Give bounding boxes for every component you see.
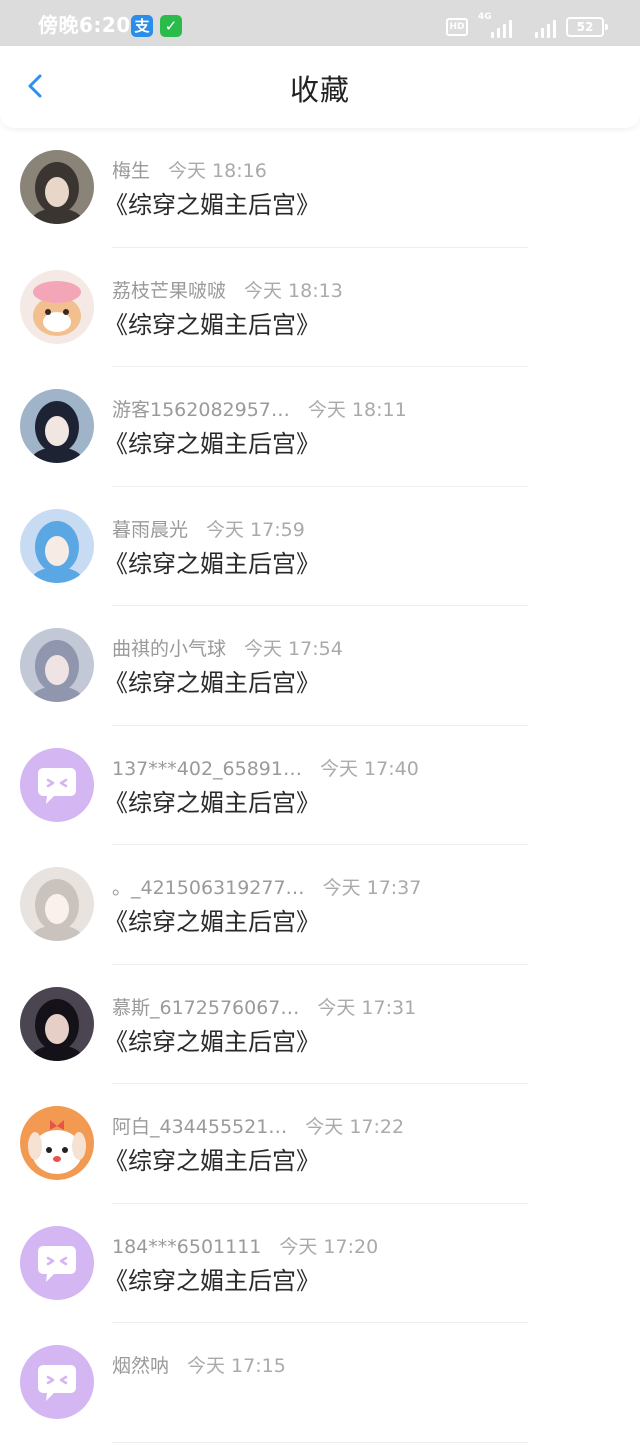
favorite-item[interactable]: 184***6501111 今天 17:20 《综穿之媚主后宫》 [0,1204,640,1323]
favorite-meta: 慕斯_6172576067… 今天 17:31 [112,995,416,1021]
user-name[interactable]: 梅生 [112,158,150,184]
avatar[interactable] [20,986,94,1061]
book-title[interactable]: 《综穿之媚主后宫》 [104,1146,320,1176]
book-title[interactable]: 《综穿之媚主后宫》 [104,1027,320,1057]
status-indicators: HD 4G 52 [446,12,608,40]
timestamp: 今天 17:15 [187,1355,286,1377]
user-name[interactable]: 。_421506319277… [112,875,305,901]
signal-bars-secondary [535,18,556,38]
user-name[interactable]: 游客1562082957… [112,397,290,423]
avatar[interactable] [20,389,94,463]
user-name[interactable]: 荔枝芒果啵啵 [112,278,226,304]
avatar[interactable] [20,1106,94,1180]
favorites-list: 梅生 今天 18:16 《综穿之媚主后宫》 荔枝芒果啵啵 今天 18:13 《综穿之媚主后… [0,128,640,1443]
user-name[interactable]: 184***6501111 [112,1234,261,1260]
user-name[interactable]: 慕斯_6172576067… [112,995,299,1021]
wechat-notification-icon: ✓ [160,15,182,37]
favorite-meta: 阿白_434455521… 今天 17:22 [112,1114,404,1140]
alipay-glyph: 支 [134,17,150,35]
signal-bars [491,18,512,38]
timestamp: 今天 18:13 [244,279,343,302]
signal-icon: 4G [478,12,512,38]
favorite-meta: 。_421506319277… 今天 17:37 [112,875,421,901]
status-time: 傍晚6:20 [38,13,131,37]
favorite-item[interactable]: 烟然呐 今天 17:15 [0,1323,640,1443]
favorite-meta: 暮雨晨光 今天 17:59 [112,517,305,543]
divider [112,1441,528,1443]
book-title[interactable]: 《综穿之媚主后宫》 [104,310,320,340]
timestamp: 今天 17:37 [322,877,422,899]
favorite-item[interactable]: 曲祺的小气球 今天 17:54 《综穿之媚主后宫》 [0,606,640,726]
avatar[interactable] [20,628,94,702]
book-title[interactable]: 《综穿之媚主后宫》 [104,907,320,937]
battery-icon: 52 [566,17,608,37]
avatar[interactable] [20,747,94,822]
alipay-notification-icon: 支 [131,15,153,37]
user-name[interactable]: 暮雨晨光 [112,517,188,543]
page-title: 收藏 [289,73,350,107]
timestamp: 今天 17:22 [305,1116,405,1138]
user-name[interactable]: 烟然呐 [112,1353,169,1379]
favorite-item[interactable]: 梅生 今天 18:16 《综穿之媚主后宫》 [0,128,640,248]
navigation-bar: 收藏 [0,46,640,128]
avatar[interactable] [20,1345,94,1419]
favorite-meta: 游客1562082957… 今天 18:11 [112,397,407,423]
signal-icon-secondary [522,16,556,38]
favorite-item[interactable]: 荔枝芒果啵啵 今天 18:13 《综穿之媚主后宫》 [0,248,640,367]
timestamp: 今天 17:31 [317,996,417,1019]
avatar[interactable] [20,269,94,344]
favorite-meta: 荔枝芒果啵啵 今天 18:13 [112,278,343,304]
avatar[interactable] [20,867,94,941]
timestamp: 今天 17:54 [244,638,343,660]
favorite-item[interactable]: 游客1562082957… 今天 18:11 《综穿之媚主后宫》 [0,367,640,487]
avatar[interactable] [20,150,94,224]
hd-icon: HD [446,18,468,36]
avatar[interactable] [20,508,94,583]
favorite-meta: 137***402_65891… 今天 17:40 [112,756,419,782]
timestamp: 今天 17:59 [206,518,305,541]
user-name[interactable]: 曲祺的小气球 [112,636,226,662]
favorite-meta: 烟然呐 今天 17:15 [112,1353,286,1379]
wechat-glyph: ✓ [164,17,178,35]
book-title[interactable]: 《综穿之媚主后宫》 [104,1266,320,1296]
favorite-meta: 184***6501111 今天 17:20 [112,1234,378,1260]
timestamp: 今天 17:20 [279,1235,379,1258]
favorite-item[interactable]: 慕斯_6172576067… 今天 17:31 《综穿之媚主后宫》 [0,965,640,1084]
status-bar: 傍晚6:20 支 ✓ HD 4G 52 [0,0,640,46]
book-title[interactable]: 《综穿之媚主后宫》 [104,549,320,579]
favorite-item[interactable]: 阿白_434455521… 今天 17:22 《综穿之媚主后宫》 [0,1084,640,1204]
user-name[interactable]: 阿白_434455521… [112,1114,287,1140]
book-title[interactable]: 《综穿之媚主后宫》 [104,429,320,459]
timestamp: 今天 18:16 [168,160,267,182]
favorite-item[interactable]: 137***402_65891… 今天 17:40 《综穿之媚主后宫》 [0,726,640,845]
user-name[interactable]: 137***402_65891… [112,756,302,782]
network-label: 4G [478,12,492,22]
favorite-item[interactable]: 。_421506319277… 今天 17:37 《综穿之媚主后宫》 [0,845,640,965]
favorite-meta: 梅生 今天 18:16 [112,158,267,184]
favorite-meta: 曲祺的小气球 今天 17:54 [112,636,343,662]
favorite-item[interactable]: 暮雨晨光 今天 17:59 《综穿之媚主后宫》 [0,487,640,606]
book-title[interactable]: 《综穿之媚主后宫》 [104,190,320,220]
book-title[interactable]: 《综穿之媚主后宫》 [104,788,320,818]
timestamp: 今天 17:40 [319,757,419,780]
timestamp: 今天 18:11 [307,399,407,421]
book-title[interactable]: 《综穿之媚主后宫》 [104,668,320,698]
avatar[interactable] [20,1225,94,1300]
